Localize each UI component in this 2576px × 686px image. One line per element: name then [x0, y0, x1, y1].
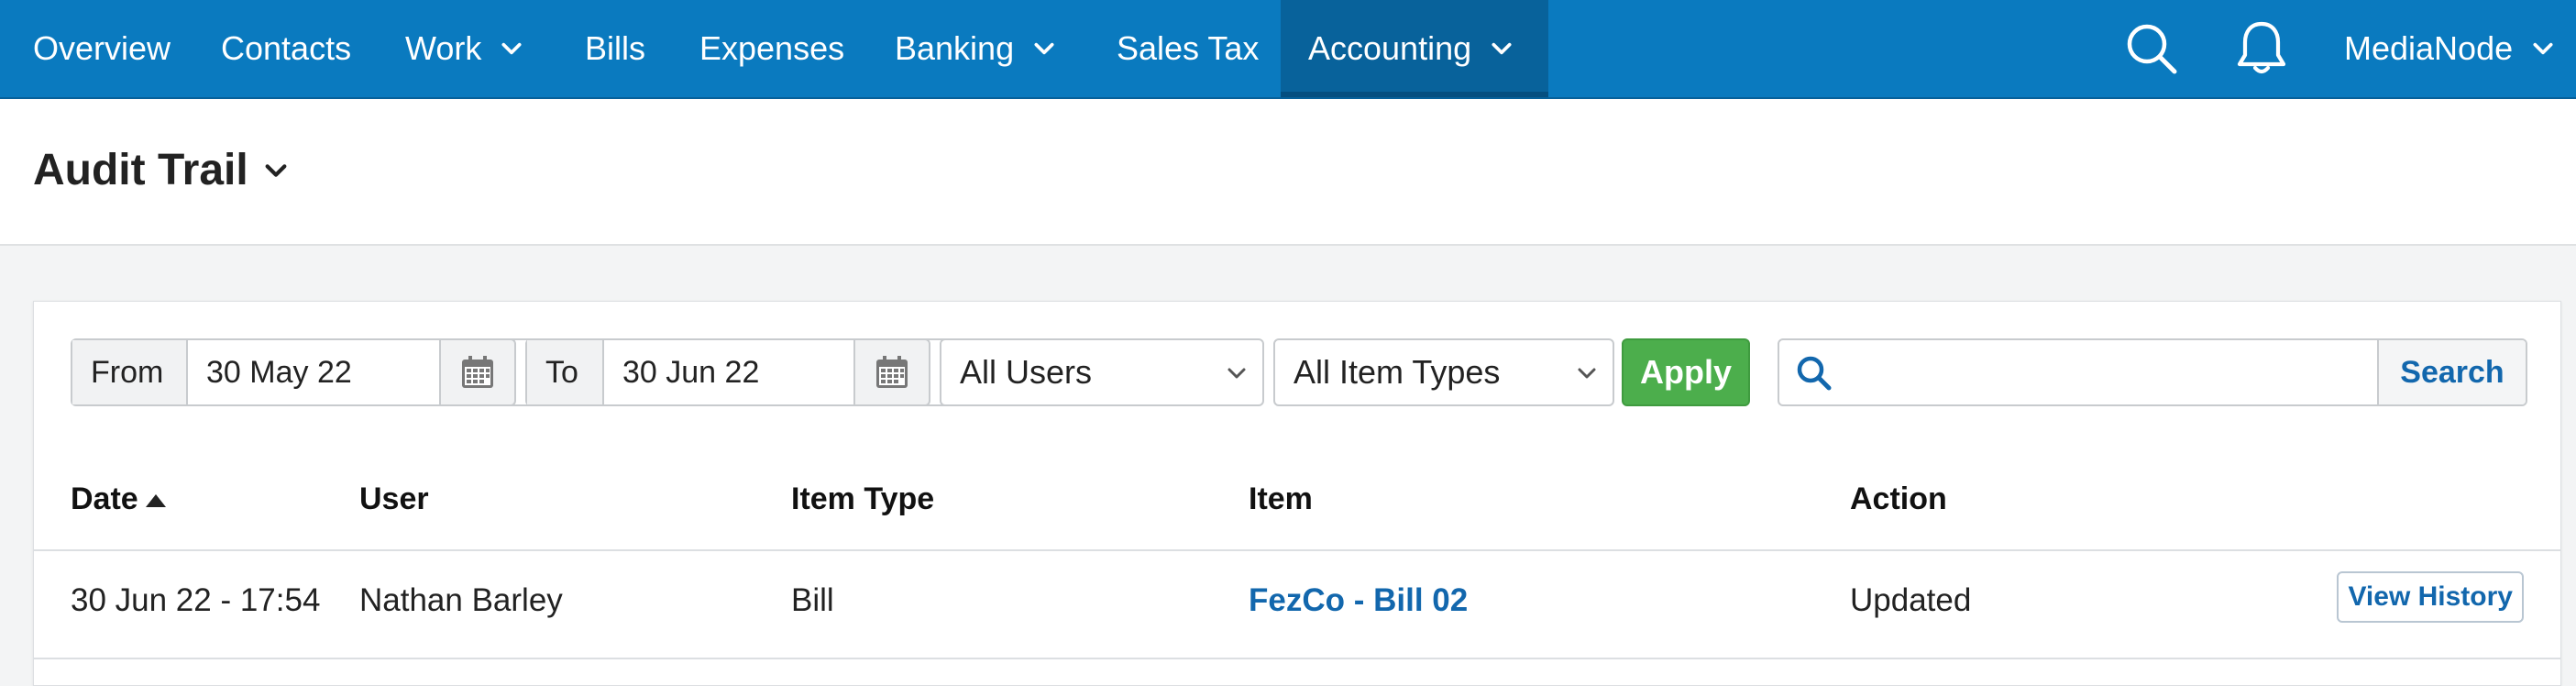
column-header-item[interactable]: Item [1249, 481, 1313, 517]
search-button[interactable]: Search [2377, 340, 2526, 404]
column-header-label: Date [71, 481, 138, 516]
chevron-down-icon [1227, 368, 1246, 379]
from-label: From [72, 340, 188, 404]
nav-item-label: Contacts [221, 29, 352, 67]
calendar-icon[interactable] [439, 338, 516, 406]
chevron-down-icon [1492, 42, 1512, 55]
nav-item-contacts[interactable]: Contacts [221, 0, 351, 97]
nav-item-expenses[interactable]: Expenses [699, 0, 844, 97]
nav-item-label: Work [405, 29, 482, 67]
search-icon [1797, 356, 1832, 391]
search-icon[interactable] [2119, 17, 2184, 81]
search-group: Search [1778, 338, 2527, 406]
nav-item-bills[interactable]: Bills [585, 0, 645, 97]
chevron-down-icon [2533, 42, 2553, 55]
column-header-action[interactable]: Action [1850, 481, 1947, 517]
from-date-input[interactable]: 30 May 22 [188, 355, 352, 391]
column-header-item-type[interactable]: Item Type [791, 481, 934, 517]
search-input[interactable] [1849, 346, 2390, 399]
to-date-input[interactable]: 30 Jun 22 [604, 355, 759, 391]
account-menu[interactable]: MediaNode [2344, 0, 2555, 97]
to-label: To [527, 340, 604, 404]
nav-item-label: Banking [895, 29, 1015, 67]
nav-item-sales-tax[interactable]: Sales Tax [1117, 0, 1259, 97]
nav-item-overview[interactable]: Overview [33, 0, 171, 97]
nav-item-label: Sales Tax [1117, 29, 1260, 67]
nav-item-label: Expenses [699, 29, 845, 67]
row-user: Nathan Barley [359, 582, 563, 618]
account-name: MediaNode [2344, 29, 2514, 67]
calendar-icon[interactable] [853, 338, 930, 406]
column-header-user[interactable]: User [359, 481, 429, 517]
chevron-down-icon [1578, 368, 1596, 379]
row-date: 30 Jun 22 - 17:54 [71, 582, 321, 618]
nav-item-work[interactable]: Work [405, 0, 523, 97]
column-header-date[interactable]: Date [71, 481, 168, 517]
page-header: Audit Trail [0, 99, 2576, 246]
nav-item-label: Bills [585, 29, 646, 67]
chevron-down-icon [265, 163, 287, 177]
apply-button[interactable]: Apply [1622, 338, 1750, 406]
sort-ascending-icon [145, 493, 166, 507]
item-types-select-value: All Item Types [1294, 353, 1501, 391]
row-divider [34, 658, 2560, 659]
nav-item-label: Accounting [1308, 29, 1472, 67]
row-item-link[interactable]: FezCo - Bill 02 [1249, 582, 1468, 619]
page-title: Audit Trail [33, 146, 248, 194]
chevron-down-icon [1034, 42, 1054, 55]
users-select[interactable]: All Users [940, 338, 1264, 406]
page-title-dropdown[interactable]: Audit Trail [33, 145, 289, 195]
row-item-type: Bill [791, 582, 834, 618]
audit-trail-panel: From 30 May 22 To 30 Jun 22 All Users Al… [33, 301, 2561, 686]
nav-item-accounting[interactable]: Accounting [1281, 0, 1548, 97]
item-types-select[interactable]: All Item Types [1273, 338, 1614, 406]
header-divider [34, 549, 2560, 551]
nav-item-label: Overview [33, 29, 171, 67]
users-select-value: All Users [960, 353, 1093, 391]
chevron-down-icon [501, 42, 522, 55]
view-history-button[interactable]: View History [2337, 571, 2524, 623]
row-action: Updated [1850, 582, 1972, 618]
nav-item-banking[interactable]: Banking [895, 0, 1056, 97]
top-nav: Overview Contacts Work Bills Expenses Ba… [0, 0, 2576, 99]
bell-icon[interactable] [2229, 17, 2294, 81]
